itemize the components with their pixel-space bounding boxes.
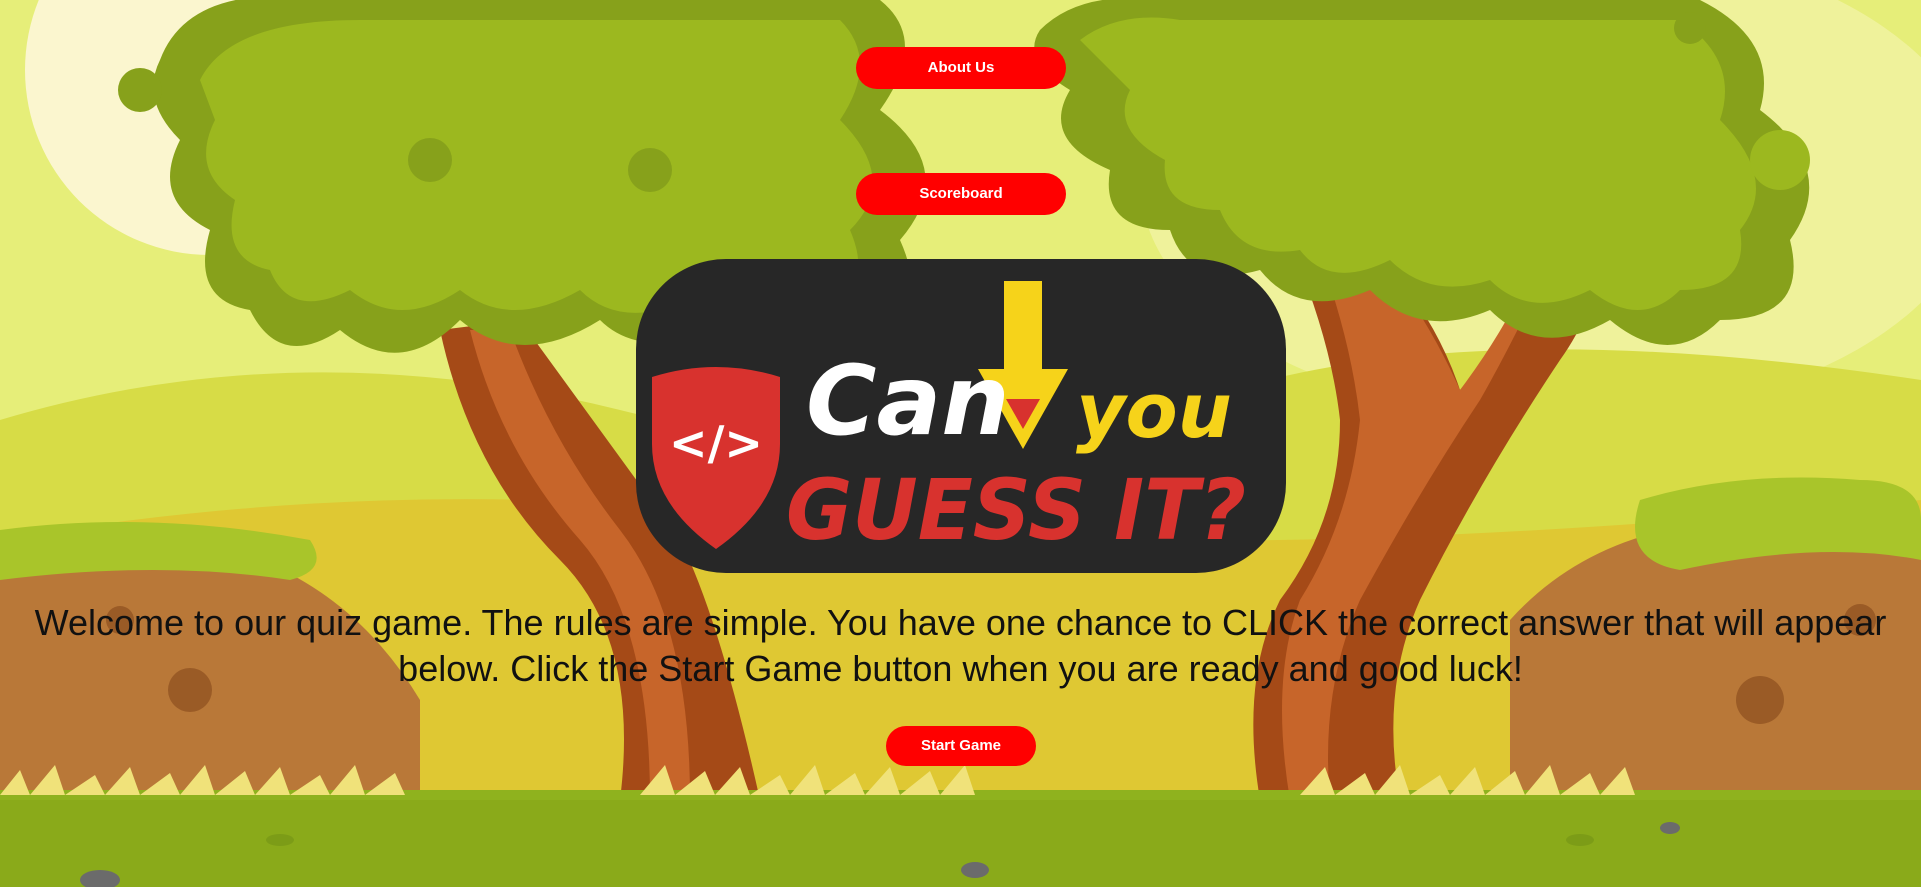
game-logo: </> Can you GUESS IT?: [636, 259, 1286, 573]
code-shield-icon: </>: [652, 367, 780, 549]
scoreboard-button[interactable]: Scoreboard: [856, 173, 1066, 215]
start-game-button[interactable]: Start Game: [886, 726, 1036, 766]
logo-guess-it: GUESS IT?: [786, 461, 1246, 559]
logo-word-you: you: [1076, 366, 1232, 455]
about-us-button[interactable]: About Us: [856, 47, 1066, 89]
logo-word-can: Can: [806, 345, 1010, 457]
rules-text: Welcome to our quiz game. The rules are …: [34, 602, 1887, 689]
badge-code-text: </>: [669, 416, 763, 470]
